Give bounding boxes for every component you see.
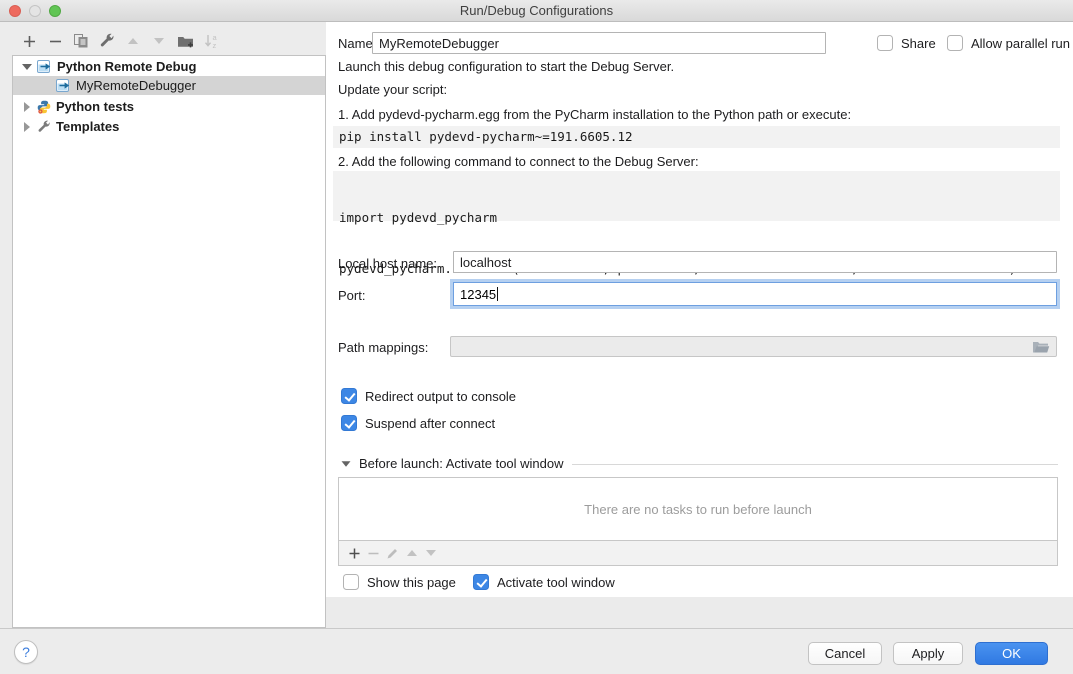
- activate-tool-window-checkbox[interactable]: Activate tool window: [473, 574, 615, 590]
- description-line-1: Launch this debug configuration to start…: [338, 59, 674, 74]
- suspend-after-connect-checkbox[interactable]: Suspend after connect: [341, 415, 495, 431]
- share-checkbox[interactable]: Share: [877, 35, 936, 51]
- before-launch-toolbar: [338, 541, 1058, 566]
- section-rule: [572, 464, 1058, 465]
- cancel-button[interactable]: Cancel: [808, 642, 882, 665]
- ok-label: OK: [1002, 646, 1021, 661]
- configurations-tree: Python Remote Debug MyRemoteDebugger: [12, 55, 326, 628]
- chevron-right-icon[interactable]: [21, 122, 33, 132]
- cancel-label: Cancel: [825, 646, 865, 661]
- svg-text:z: z: [212, 41, 216, 49]
- port-value: 12345: [460, 287, 496, 302]
- show-this-page-checkbox[interactable]: Show this page: [343, 574, 456, 590]
- remove-icon[interactable]: [364, 543, 383, 563]
- name-label: Name:: [338, 36, 376, 51]
- pip-install-code: pip install pydevd-pycharm~=191.6605.12: [333, 126, 1060, 148]
- description-step-2: 2. Add the following command to connect …: [338, 154, 699, 169]
- configuration-editor: Name: Share Allow parallel run Launch th…: [326, 22, 1073, 628]
- edit-icon[interactable]: [383, 543, 402, 563]
- add-icon[interactable]: [16, 31, 42, 51]
- name-input[interactable]: [372, 32, 826, 54]
- checkbox-box[interactable]: [341, 415, 357, 431]
- sort-alpha-icon[interactable]: a z: [198, 31, 224, 51]
- activate-tool-window-label: Activate tool window: [497, 575, 615, 590]
- checkbox-box[interactable]: [341, 388, 357, 404]
- path-mappings-field[interactable]: [450, 336, 1057, 357]
- local-host-name-input[interactable]: [453, 251, 1057, 273]
- text-caret: [497, 287, 498, 301]
- run-debug-configurations-dialog: Run/Debug Configurations: [0, 0, 1073, 674]
- ok-button[interactable]: OK: [975, 642, 1048, 665]
- apply-button[interactable]: Apply: [893, 642, 963, 665]
- tree-item-myremotedebugger[interactable]: MyRemoteDebugger: [13, 76, 325, 95]
- show-this-page-label: Show this page: [367, 575, 456, 590]
- settrace-code: import pydevd_pycharm pydevd_pycharm.set…: [333, 171, 1060, 221]
- checkbox-box[interactable]: [947, 35, 963, 51]
- port-input[interactable]: 12345: [453, 282, 1057, 306]
- description-line-3: 1. Add pydevd-pycharm.egg from the PyCha…: [338, 107, 851, 122]
- move-up-icon[interactable]: [402, 543, 421, 563]
- run-config-icon: [56, 79, 71, 92]
- move-up-icon[interactable]: [120, 31, 146, 51]
- dialog-footer: ? Cancel Apply OK: [0, 628, 1073, 674]
- path-mappings-label: Path mappings:: [338, 340, 428, 355]
- tree-item-python-tests[interactable]: Python tests: [13, 97, 325, 116]
- help-label: ?: [22, 644, 30, 660]
- titlebar: Run/Debug Configurations: [0, 0, 1073, 22]
- before-launch-title: Before launch: Activate tool window: [359, 456, 564, 471]
- move-down-icon[interactable]: [146, 31, 172, 51]
- copy-icon[interactable]: [68, 31, 94, 51]
- description-line-2: Update your script:: [338, 82, 447, 97]
- empty-task-list-message: There are no tasks to run before launch: [584, 502, 812, 517]
- suspend-after-connect-label: Suspend after connect: [365, 416, 495, 431]
- run-config-icon: [37, 60, 52, 73]
- checkbox-box[interactable]: [877, 35, 893, 51]
- help-button[interactable]: ?: [14, 640, 38, 664]
- local-host-name-label: Local host name:: [338, 256, 437, 271]
- tree-item-label: Python tests: [56, 99, 134, 114]
- wrench-icon: [37, 120, 51, 134]
- move-down-icon[interactable]: [421, 543, 440, 563]
- tree-item-label: Templates: [56, 119, 119, 134]
- tree-item-templates[interactable]: Templates: [13, 117, 325, 136]
- apply-label: Apply: [912, 646, 945, 661]
- before-launch-section-header[interactable]: Before launch: Activate tool window: [341, 456, 1058, 471]
- browse-folder-icon[interactable]: [1032, 340, 1050, 359]
- redirect-output-checkbox[interactable]: Redirect output to console: [341, 388, 516, 404]
- allow-parallel-run-label: Allow parallel run: [971, 36, 1070, 51]
- before-launch-task-list[interactable]: There are no tasks to run before launch: [338, 477, 1058, 541]
- chevron-right-icon[interactable]: [21, 102, 33, 112]
- new-folder-icon[interactable]: [172, 31, 198, 51]
- share-label: Share: [901, 36, 936, 51]
- allow-parallel-run-checkbox[interactable]: Allow parallel run: [947, 35, 1070, 51]
- tree-item-python-remote-debug[interactable]: Python Remote Debug: [13, 57, 325, 76]
- remove-icon[interactable]: [42, 31, 68, 51]
- chevron-down-icon[interactable]: [21, 64, 33, 70]
- sidebar-toolbar: a z: [16, 30, 224, 52]
- settrace-code-line-1: import pydevd_pycharm: [339, 209, 1054, 226]
- tree-item-label: Python Remote Debug: [57, 59, 196, 74]
- python-icon: [37, 100, 51, 114]
- window-title: Run/Debug Configurations: [0, 3, 1073, 18]
- configurations-sidebar: a z Python Remote Debug MyRemoteDebugger: [0, 22, 326, 628]
- port-label: Port:: [338, 288, 365, 303]
- checkbox-box[interactable]: [473, 574, 489, 590]
- tree-item-label: MyRemoteDebugger: [76, 78, 196, 93]
- add-icon[interactable]: [345, 543, 364, 563]
- redirect-output-label: Redirect output to console: [365, 389, 516, 404]
- edit-icon[interactable]: [94, 31, 120, 51]
- collapse-section-icon[interactable]: [342, 461, 351, 466]
- checkbox-box[interactable]: [343, 574, 359, 590]
